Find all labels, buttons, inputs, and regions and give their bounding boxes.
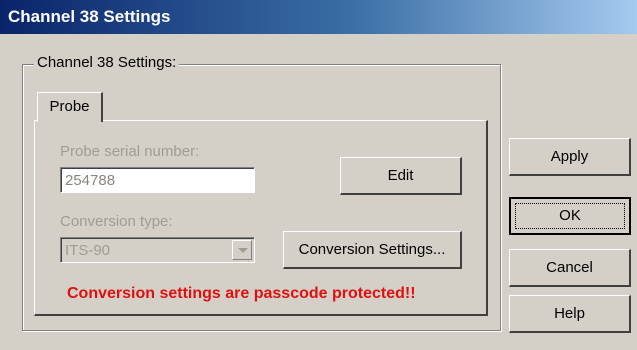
tab-probe[interactable]: Probe: [37, 92, 103, 122]
dropdown-arrow-icon[interactable]: [232, 240, 252, 260]
edit-button[interactable]: Edit: [340, 157, 462, 195]
probe-serial-label: Probe serial number:: [60, 143, 200, 160]
help-button-label: Help: [554, 305, 585, 322]
passcode-warning: Conversion settings are passcode protect…: [67, 285, 416, 302]
ok-button-label: OK: [559, 207, 581, 224]
ok-button[interactable]: OK: [509, 197, 631, 235]
conversion-type-select[interactable]: ITS-90: [60, 237, 255, 263]
cancel-button[interactable]: Cancel: [509, 249, 631, 287]
cancel-button-label: Cancel: [546, 259, 593, 276]
conversion-settings-button-label: Conversion Settings...: [298, 241, 446, 258]
conversion-type-value: ITS-90: [65, 242, 111, 259]
conversion-type-label: Conversion type:: [60, 213, 173, 230]
apply-button[interactable]: Apply: [509, 138, 631, 176]
probe-serial-field[interactable]: 254788: [60, 167, 255, 193]
edit-button-label: Edit: [387, 167, 414, 184]
title-bar: Channel 38 Settings: [0, 0, 637, 34]
conversion-settings-button[interactable]: Conversion Settings...: [283, 231, 462, 269]
help-button[interactable]: Help: [509, 295, 631, 333]
settings-dialog: Channel 38 Settings Channel 38 Settings:…: [0, 0, 637, 350]
apply-button-label: Apply: [550, 148, 589, 165]
group-label: Channel 38 Settings:: [34, 54, 180, 71]
